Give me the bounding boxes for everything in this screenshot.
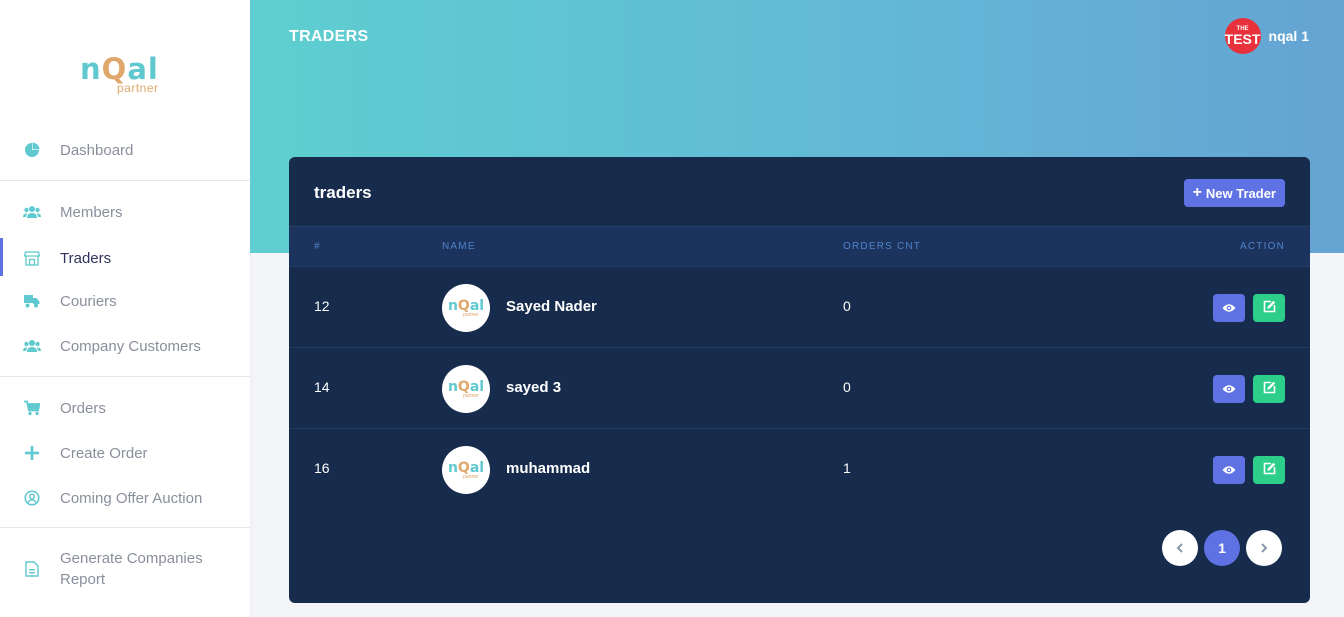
card-title: traders <box>314 183 372 202</box>
avatar: THE TEST <box>1224 18 1261 54</box>
table-row: 16 nQal partner muhammad 1 <box>289 429 1310 510</box>
sidebar-item-label: Coming Offer Auction <box>60 489 203 507</box>
trader-name: muhammad <box>506 460 591 477</box>
sidebar: nQal partner Dashboard Members Traders C… <box>0 0 250 617</box>
sidebar-item-label: Orders <box>60 399 106 417</box>
pagination-next-button[interactable] <box>1246 530 1282 566</box>
sidebar-item-label: Traders <box>60 249 112 267</box>
edit-button[interactable] <box>1253 375 1285 403</box>
eye-icon <box>1222 463 1236 478</box>
users-icon <box>23 203 41 221</box>
sidebar-item-label: Dashboard <box>60 141 134 159</box>
edit-icon <box>1263 300 1276 316</box>
trader-id: 14 <box>314 379 330 395</box>
trader-avatar: nQal partner <box>442 365 490 413</box>
edit-button[interactable] <box>1253 456 1285 484</box>
sidebar-item-orders[interactable]: Orders <box>0 388 250 428</box>
user-circle-icon <box>23 489 41 507</box>
plus-icon: + <box>1192 184 1202 201</box>
user-name: nqal 1 <box>1268 28 1309 44</box>
table-header: # NAME ORDERS CNT ACTION <box>289 226 1310 267</box>
sidebar-item-label: Couriers <box>60 292 117 310</box>
logo-wordmark: nQal <box>80 52 159 86</box>
page-title: TRADERS <box>289 28 369 45</box>
sidebar-divider <box>0 180 250 181</box>
trader-name: sayed 3 <box>506 379 562 396</box>
sidebar-item-members[interactable]: Members <box>0 192 250 232</box>
users-icon <box>23 337 41 355</box>
trader-id: 16 <box>314 460 330 476</box>
chevron-right-icon <box>1260 541 1268 556</box>
store-icon <box>23 249 41 267</box>
sidebar-item-label: Company Customers <box>60 337 201 355</box>
edit-icon <box>1263 462 1276 478</box>
brand-logo[interactable]: nQal partner <box>80 54 175 100</box>
sidebar-item-label: Generate Companies Report <box>60 550 203 588</box>
view-button[interactable] <box>1213 294 1245 322</box>
user-menu[interactable]: THE TEST nqal 1 <box>1224 18 1309 54</box>
orders-count: 0 <box>843 298 851 314</box>
sidebar-divider <box>0 376 250 377</box>
pagination-page-button[interactable]: 1 <box>1204 530 1240 566</box>
sidebar-item-generate-companies-report[interactable]: Generate Companies Report <box>0 548 250 590</box>
trader-avatar: nQal partner <box>442 284 490 332</box>
pagination-prev-button[interactable] <box>1162 530 1198 566</box>
eye-icon <box>1222 382 1236 397</box>
sidebar-item-dashboard[interactable]: Dashboard <box>0 130 250 170</box>
orders-count: 0 <box>843 379 851 395</box>
trader-avatar: nQal partner <box>442 446 490 494</box>
logo-subtitle: partner <box>117 81 159 95</box>
sidebar-item-label: Create Order <box>60 444 148 462</box>
chevron-left-icon <box>1176 541 1184 556</box>
column-header-orders-cnt: ORDERS CNT <box>843 241 922 252</box>
column-header-name: NAME <box>442 241 476 252</box>
table-row: 12 nQal partner Sayed Nader 0 <box>289 267 1310 348</box>
sidebar-divider <box>0 527 250 528</box>
trader-name: Sayed Nader <box>506 298 597 315</box>
eye-icon <box>1222 301 1236 316</box>
plus-icon <box>23 444 41 462</box>
column-header-action: ACTION <box>1240 241 1285 252</box>
edit-icon <box>1263 381 1276 397</box>
sidebar-item-couriers[interactable]: Couriers <box>0 281 250 321</box>
sidebar-item-label: Members <box>60 203 123 221</box>
sidebar-item-coming-offer-auction[interactable]: Coming Offer Auction <box>0 478 250 518</box>
document-icon <box>23 560 41 578</box>
sidebar-item-traders[interactable]: Traders <box>0 238 250 278</box>
trader-id: 12 <box>314 298 330 314</box>
column-header-id: # <box>314 241 321 252</box>
cart-icon <box>23 399 41 417</box>
table-row: 14 nQal partner sayed 3 0 <box>289 348 1310 429</box>
view-button[interactable] <box>1213 456 1245 484</box>
pie-chart-icon <box>23 141 41 159</box>
orders-count: 1 <box>843 460 851 476</box>
sidebar-item-create-order[interactable]: Create Order <box>0 433 250 473</box>
traders-card: traders + New Trader # NAME ORDERS CNT A… <box>289 157 1310 603</box>
view-button[interactable] <box>1213 375 1245 403</box>
truck-icon <box>23 292 41 310</box>
sidebar-item-company-customers[interactable]: Company Customers <box>0 326 250 366</box>
edit-button[interactable] <box>1253 294 1285 322</box>
new-trader-button[interactable]: + New Trader <box>1183 179 1285 207</box>
